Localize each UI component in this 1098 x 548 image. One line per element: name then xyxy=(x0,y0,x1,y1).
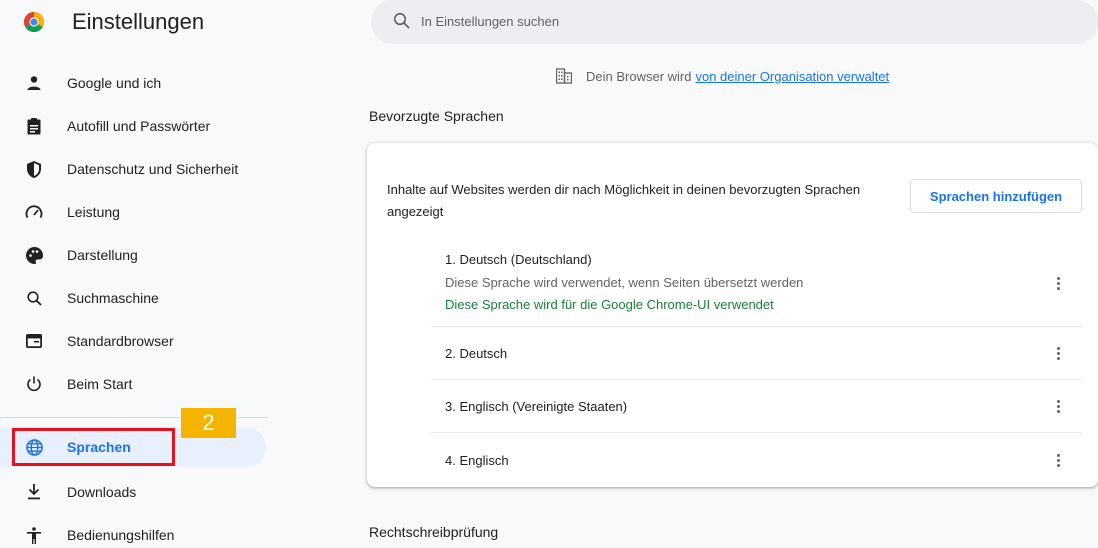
person-icon xyxy=(24,73,44,93)
palette-icon xyxy=(24,245,44,265)
sidebar-item-label: Bedienungshilfen xyxy=(67,527,175,543)
language-row: 2. Deutsch xyxy=(431,327,1082,379)
chrome-logo-icon xyxy=(24,12,44,32)
add-languages-button[interactable]: Sprachen hinzufügen xyxy=(910,179,1082,213)
language-name: 4. Englisch xyxy=(445,453,509,468)
sidebar-item-leistung[interactable]: Leistung xyxy=(0,192,266,232)
accessibility-icon xyxy=(24,525,44,545)
language-translate-note: Diese Sprache wird verwendet, wenn Seite… xyxy=(445,275,804,290)
more-options-icon[interactable] xyxy=(1048,273,1068,293)
sidebar-item-label: Datenschutz und Sicherheit xyxy=(67,161,239,177)
browser-window-icon xyxy=(24,331,44,351)
section-title-spellcheck: Rechtschreibprüfung xyxy=(369,524,499,540)
sidebar: Einstellungen Google und ich Autofill un… xyxy=(0,0,290,548)
sidebar-item-autofill[interactable]: Autofill und Passwörter xyxy=(0,106,266,146)
speedometer-icon xyxy=(24,202,44,222)
languages-card: Inhalte auf Websites werden dir nach Mög… xyxy=(367,143,1098,487)
sidebar-item-standardbrowser[interactable]: Standardbrowser xyxy=(0,321,266,361)
sidebar-item-label: Downloads xyxy=(67,484,137,500)
sidebar-item-downloads[interactable]: Downloads xyxy=(0,472,266,512)
sidebar-item-label: Darstellung xyxy=(67,247,138,263)
managed-notice-link[interactable]: von deiner Organisation verwaltet xyxy=(695,69,889,84)
page-title: Einstellungen xyxy=(72,9,205,34)
sidebar-item-google-und-ich[interactable]: Google und ich xyxy=(0,63,266,103)
sidebar-item-label: Leistung xyxy=(67,204,120,220)
clipboard-icon xyxy=(24,116,44,136)
search-bar[interactable]: In Einstellungen suchen xyxy=(371,0,1098,44)
shield-icon xyxy=(24,159,44,179)
more-options-icon[interactable] xyxy=(1048,450,1068,470)
language-name: 3. Englisch (Vereinigte Staaten) xyxy=(445,399,628,414)
sidebar-item-datenschutz[interactable]: Datenschutz und Sicherheit xyxy=(0,149,266,189)
sidebar-item-label: Standardbrowser xyxy=(67,333,174,349)
language-row: 4. Englisch xyxy=(431,433,1082,485)
languages-description: Inhalte auf Websites werden dir nach Mög… xyxy=(387,182,861,219)
sidebar-item-bedienungshilfen[interactable]: Bedienungshilfen xyxy=(0,515,266,548)
sidebar-item-label: Suchmaschine xyxy=(67,290,159,306)
search-input[interactable]: In Einstellungen suchen xyxy=(421,14,559,29)
sidebar-item-beim-start[interactable]: Beim Start xyxy=(0,364,266,404)
sidebar-item-darstellung[interactable]: Darstellung xyxy=(0,235,266,275)
language-ui-note: Diese Sprache wird für die Google Chrome… xyxy=(445,297,774,312)
managed-notice: Dein Browser wird von deiner Organisatio… xyxy=(556,68,889,84)
language-row: 3. Englisch (Vereinigte Staaten) xyxy=(431,380,1082,432)
download-icon xyxy=(24,482,44,502)
power-icon xyxy=(24,374,44,394)
sidebar-item-label: Autofill und Passwörter xyxy=(67,118,211,134)
annotation-highlight-box xyxy=(12,428,175,466)
language-name: 1. Deutsch (Deutschland) xyxy=(445,252,592,267)
language-row: 1. Deutsch (Deutschland) Diese Sprache w… xyxy=(431,246,1082,326)
building-icon xyxy=(556,68,572,84)
sidebar-item-label: Google und ich xyxy=(67,75,162,91)
language-name: 2. Deutsch xyxy=(445,346,508,361)
managed-notice-text: Dein Browser wird xyxy=(586,68,692,84)
annotation-step-badge: 2 xyxy=(181,408,236,438)
search-icon xyxy=(24,288,44,308)
sidebar-item-label: Beim Start xyxy=(67,376,133,392)
section-title-preferred-languages: Bevorzugte Sprachen xyxy=(369,108,504,124)
more-options-icon[interactable] xyxy=(1048,396,1068,416)
search-icon xyxy=(393,12,410,29)
more-options-icon[interactable] xyxy=(1048,343,1068,363)
sidebar-item-suchmaschine[interactable]: Suchmaschine xyxy=(0,278,266,318)
